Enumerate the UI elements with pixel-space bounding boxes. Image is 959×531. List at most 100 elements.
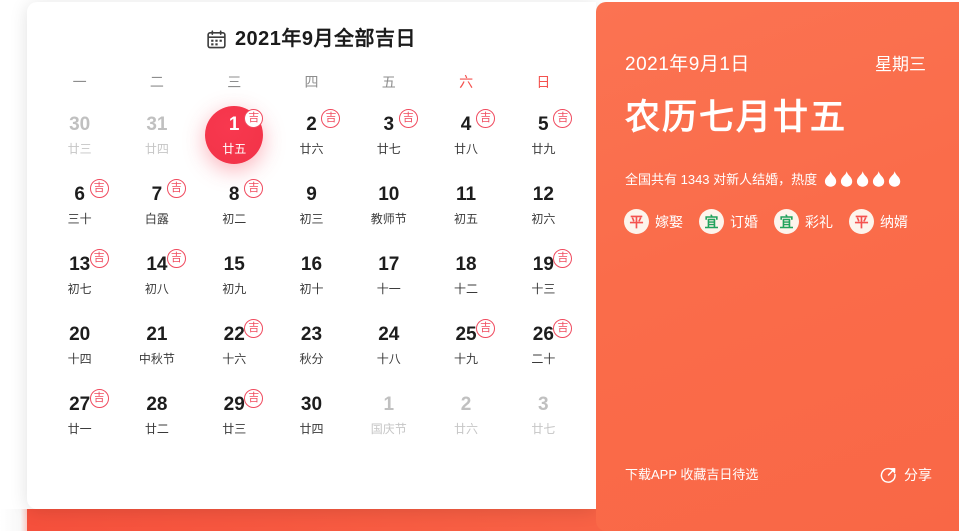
day-lunar-label: 初七 [67,282,92,296]
day-lunar-label: 廿三 [222,422,247,436]
calendar-day-grid: 30 廿三 31 廿四 1 廿五吉 2 廿六吉 3 廿七吉 4 廿八吉 5 廿九吉 6 三十吉 7 白露吉 8 初二吉… [41,105,582,445]
calendar-day-cell[interactable]: 29 廿三 吉 [196,385,273,445]
lucky-day-badge: 吉 [89,179,109,198]
selected-weekday-label: 星期三 [875,55,926,74]
day-number: 30 [69,114,91,135]
day-lunar-label: 初六 [531,212,556,226]
day-number: 24 [378,324,400,345]
calendar-day-cell[interactable]: 22 十六 吉 [196,315,273,375]
calendar-day-cell[interactable]: 17 十一 [350,245,427,305]
day-number: 27 [69,394,91,415]
day-lunar-label: 十六 [222,352,247,366]
day-lunar-label: 初三 [299,212,324,226]
suitability-tag: 平嫁娶 [624,209,683,234]
day-number: 7 [151,184,163,205]
day-number: 10 [378,184,400,205]
download-app-hint[interactable]: 下载APP 收藏吉日待选 [625,468,758,481]
calendar-day-cell[interactable]: 2 廿六 [427,385,504,445]
day-lunar-label: 廿六 [299,142,324,156]
lucky-day-badge: 吉 [244,179,264,198]
calendar-day-cell[interactable]: 20 十四 [41,315,118,375]
day-number: 25 [455,324,477,345]
suitability-mark: 宜 [699,209,724,234]
calendar-day-cell[interactable]: 21 中秋节 [118,315,195,375]
panel-header: 2021年9月1日 星期三 [625,55,926,74]
day-number: 5 [538,114,549,135]
lucky-day-badge: 吉 [166,179,186,198]
day-number: 3 [383,114,395,135]
calendar-day-cell[interactable]: 25 十九 吉 [427,315,504,375]
day-number: 2 [460,394,472,415]
weekday-header-1: 二 [149,74,164,90]
day-lunar-label: 廿四 [144,142,169,156]
calendar-day-cell[interactable]: 4 廿八 吉 [427,105,504,165]
suitability-label: 订婚 [730,213,758,230]
day-lunar-label: 初十 [299,282,324,296]
flame-icon [857,171,869,187]
calendar-day-cell[interactable]: 10 教师节 [350,175,427,235]
share-button[interactable]: 分享 [880,466,932,483]
day-number: 28 [146,394,168,415]
suitability-label: 嫁娶 [655,213,683,230]
calendar-day-cell[interactable]: 16 初十 [273,245,350,305]
weekday-header-row: 一二三四五六日 [41,75,582,89]
flame-icon [889,171,901,187]
calendar-day-cell[interactable]: 5 廿九 吉 [505,105,582,165]
lucky-day-badge: 吉 [244,319,264,338]
weekday-header-6: 日 [536,74,551,90]
day-lunar-label: 十三 [531,282,556,296]
suitability-mark: 平 [624,209,649,234]
calendar-day-cell[interactable]: 13 初七 吉 [41,245,118,305]
day-number: 11 [456,184,477,205]
suitability-mark: 平 [849,209,874,234]
calendar-day-cell[interactable]: 12 初六 [505,175,582,235]
day-number: 12 [532,184,554,205]
marriage-stat-text: 全国共有 1343 对新人结婚，热度 [625,171,818,187]
calendar-day-cell[interactable]: 30 廿四 [273,385,350,445]
calendar-day-cell[interactable]: 30 廿三 [41,105,118,165]
suitability-label: 彩礼 [805,213,833,230]
calendar-day-cell[interactable]: 7 白露 吉 [118,175,195,235]
suitability-mark: 宜 [774,209,799,234]
suitability-tag-list: 平嫁娶宜订婚宜彩礼平纳婿 [624,209,959,234]
calendar-day-cell[interactable]: 1 国庆节 [350,385,427,445]
day-lunar-label: 教师节 [370,212,407,226]
calendar-day-cell[interactable]: 27 廿一 吉 [41,385,118,445]
calendar-day-cell[interactable]: 8 初二 吉 [196,175,273,235]
day-lunar-label: 中秋节 [138,352,175,366]
day-number: 4 [460,114,472,135]
calendar-day-cell[interactable]: 15 初九 [196,245,273,305]
day-lunar-label: 廿八 [454,142,479,156]
calendar-day-cell[interactable]: 14 初八 吉 [118,245,195,305]
calendar-day-cell[interactable]: 6 三十 吉 [41,175,118,235]
day-lunar-label: 廿九 [531,142,556,156]
calendar-day-cell[interactable]: 9 初三 [273,175,350,235]
day-number: 23 [300,324,323,345]
day-number: 1 [383,394,395,415]
day-lunar-label: 秋分 [299,352,324,366]
lucky-day-badge: 吉 [89,389,109,408]
calendar-day-cell[interactable]: 19 十三 吉 [505,245,582,305]
day-number: 15 [223,254,245,275]
page-title-text: 2021年9月全部吉日 [234,28,417,50]
day-number: 31 [146,114,168,135]
weekday-header-4: 五 [381,74,396,90]
calendar-day-cell[interactable]: 18 十二 [427,245,504,305]
calendar-day-cell[interactable]: 31 廿四 [118,105,195,165]
calendar-day-cell[interactable]: 24 十八 [350,315,427,375]
calendar-day-cell[interactable]: 23 秋分 [273,315,350,375]
lunar-date-heading: 农历七月廿五 [625,98,848,137]
day-number: 18 [455,254,477,275]
calendar-day-cell[interactable]: 2 廿六 吉 [273,105,350,165]
calendar-day-cell[interactable]: 3 廿七 [505,385,582,445]
day-detail-panel: 2021年9月1日 星期三 农历七月廿五 全国共有 1343 对新人结婚，热度 … [596,2,959,531]
suitability-tag: 宜彩礼 [774,209,833,234]
calendar-day-cell[interactable]: 26 二十 吉 [505,315,582,375]
calendar-day-cell[interactable]: 28 廿二 [118,385,195,445]
lucky-day-badge: 吉 [553,319,573,338]
panel-footer: 下载APP 收藏吉日待选 分享 [625,466,932,483]
calendar-day-cell[interactable]: 3 廿七 吉 [350,105,427,165]
calendar-day-cell[interactable]: 11 初五 [427,175,504,235]
day-lunar-label: 白露 [144,212,169,226]
calendar-day-cell[interactable]: 1 廿五吉 [196,105,273,165]
